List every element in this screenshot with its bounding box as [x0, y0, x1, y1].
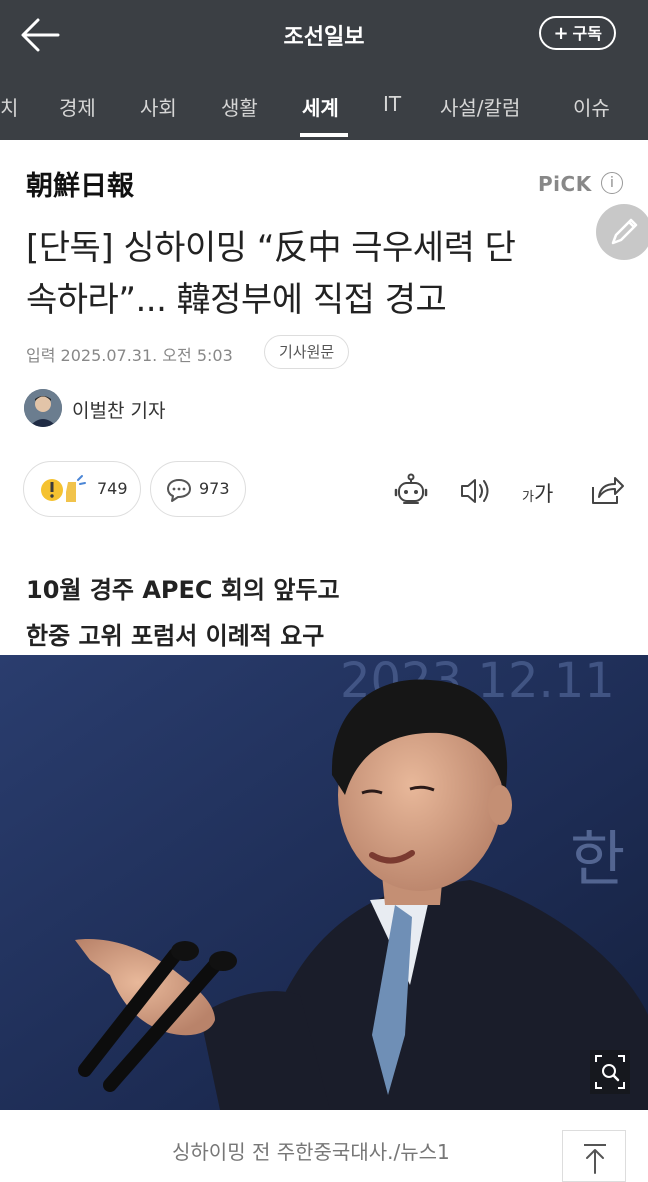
tab-0[interactable]: 치 — [0, 92, 18, 121]
author-name[interactable]: 이벌찬 기자 — [72, 396, 165, 423]
publish-date: 입력 2025.07.31. 오전 5:03 — [26, 346, 233, 365]
plus-icon: + — [553, 23, 569, 44]
original-article-button[interactable]: 기사원문 — [264, 335, 350, 369]
tab-issue[interactable]: 이슈 — [573, 92, 610, 121]
svg-text:朝鮮日報: 朝鮮日報 — [26, 170, 135, 202]
headline-line-1: [단독] 싱하이밍 “反中 극우세력 단 — [26, 228, 516, 268]
subheadline-line-1: 10월 경주 APEC 회의 앞두고 — [26, 576, 340, 604]
tab-life[interactable]: 생활 — [221, 92, 258, 121]
subheadline-line-2: 한중 고위 포럼서 이례적 요구 — [26, 622, 325, 650]
tab-society[interactable]: 사회 — [140, 92, 177, 121]
reaction-icon — [40, 474, 96, 510]
font-size-large-label: 가 — [533, 482, 554, 506]
svg-text:한: 한 — [570, 825, 625, 895]
font-size-small-label: 가 — [522, 490, 534, 505]
scroll-top-icon — [582, 1141, 608, 1179]
photo-caption-bar: 싱하이밍 전 주한중국대사./뉴스1 — [0, 1110, 648, 1182]
comment-button[interactable]: 973 — [150, 461, 246, 517]
photo-caption: 싱하이밍 전 주한중국대사./뉴스1 — [172, 1140, 450, 1164]
reaction-button[interactable]: 749 — [23, 461, 141, 517]
subscribe-button[interactable]: + 구독 — [539, 16, 616, 50]
tab-world[interactable]: 세계 — [302, 92, 339, 121]
scroll-top-button[interactable] — [562, 1130, 626, 1182]
avatar[interactable] — [24, 389, 62, 427]
active-tab-indicator — [300, 133, 348, 137]
font-size-button[interactable]: 가가 — [522, 478, 553, 508]
edit-pencil-icon[interactable] — [596, 204, 648, 260]
category-tabs: 치 경제 사회 생활 세계 IT 사설/칼럼 이슈 — [0, 70, 648, 140]
speaker-icon[interactable] — [456, 472, 494, 510]
share-icon[interactable] — [588, 472, 626, 510]
tab-economy[interactable]: 경제 — [59, 92, 96, 121]
pick-badge: PiCK — [538, 172, 592, 196]
article-headline: [단독] 싱하이밍 “反中 극우세력 단 속하라”... 韓정부에 직접 경고 — [26, 222, 598, 326]
headline-line-2: 속하라”... 韓정부에 직접 경고 — [26, 280, 447, 320]
zoom-icon[interactable] — [590, 1050, 630, 1094]
robot-summary-icon[interactable] — [392, 472, 430, 510]
subscribe-label: 구독 — [572, 24, 602, 43]
tab-opinion[interactable]: 사설/칼럼 — [440, 92, 520, 121]
comment-count: 973 — [199, 479, 230, 498]
comment-icon — [165, 477, 193, 507]
reaction-count: 749 — [97, 479, 128, 498]
info-icon[interactable]: i — [601, 172, 623, 194]
publisher-logo[interactable]: 朝鮮日報 — [26, 166, 172, 204]
tab-it[interactable]: IT — [383, 92, 401, 116]
article-photo[interactable]: 2023.12.11 한 — [0, 655, 648, 1110]
top-app-bar: 조선일보 + 구독 — [0, 0, 648, 70]
